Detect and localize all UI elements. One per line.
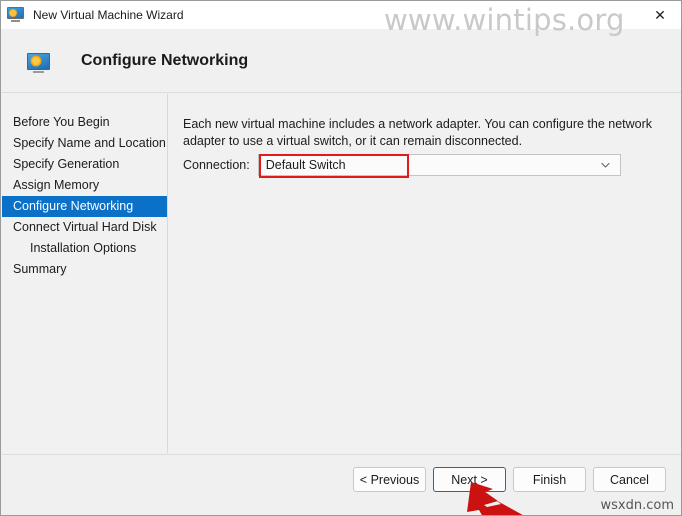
description-text: Each new virtual machine includes a netw…: [183, 117, 653, 148]
sidebar-item-assign-memory[interactable]: Assign Memory: [2, 175, 167, 196]
connection-selected-value: Default Switch: [265, 158, 346, 172]
close-icon: ✕: [654, 7, 666, 23]
previous-button[interactable]: < Previous: [353, 467, 426, 492]
wizard-content-pane: Each new virtual machine includes a netw…: [169, 94, 681, 453]
virtual-machine-monitor-icon: [7, 7, 25, 23]
footer-button-group: < Previous Next > Finish Cancel: [353, 467, 666, 492]
new-virtual-machine-wizard-window: New Virtual Machine Wizard ✕ www.wintips…: [0, 0, 682, 516]
connection-row: Connection: Default Switch: [183, 154, 621, 178]
connection-dropdown[interactable]: Default Switch: [257, 154, 621, 178]
wizard-step-list: Before You Begin Specify Name and Locati…: [2, 94, 168, 453]
wizard-body: Before You Begin Specify Name and Locati…: [2, 94, 681, 453]
sidebar-item-before-you-begin[interactable]: Before You Begin: [2, 112, 167, 133]
virtual-machine-monitor-icon: [27, 53, 51, 74]
cancel-button[interactable]: Cancel: [593, 467, 666, 492]
close-button[interactable]: ✕: [637, 1, 681, 29]
sidebar-item-connect-virtual-hard-disk[interactable]: Connect Virtual Hard Disk: [2, 217, 167, 238]
sidebar-item-specify-name-and-location[interactable]: Specify Name and Location: [2, 133, 167, 154]
window-title: New Virtual Machine Wizard: [33, 8, 184, 22]
sidebar-item-installation-options[interactable]: Installation Options: [2, 238, 167, 259]
wizard-footer: < Previous Next > Finish Cancel: [2, 454, 681, 515]
sidebar-item-summary[interactable]: Summary: [2, 259, 167, 280]
connection-label: Connection:: [183, 158, 250, 172]
wizard-header: Configure Networking: [2, 29, 681, 93]
sidebar-item-configure-networking[interactable]: Configure Networking: [2, 196, 167, 217]
finish-button[interactable]: Finish: [513, 467, 586, 492]
sidebar-item-specify-generation[interactable]: Specify Generation: [2, 154, 167, 175]
chevron-down-icon: [600, 160, 611, 171]
title-bar: New Virtual Machine Wizard ✕: [1, 1, 681, 29]
next-button[interactable]: Next >: [433, 467, 506, 492]
page-title: Configure Networking: [81, 52, 249, 69]
